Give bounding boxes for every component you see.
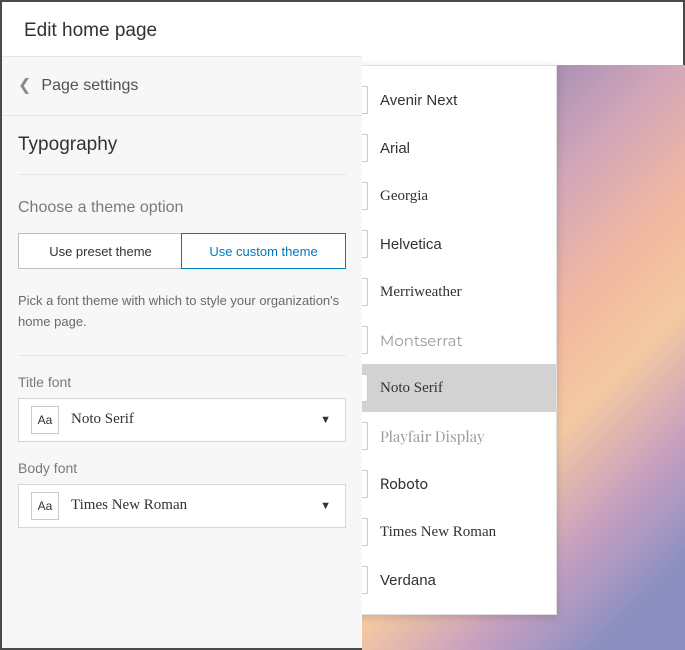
- font-option-label: Roboto: [380, 475, 428, 493]
- page-title: Edit home page: [2, 2, 683, 56]
- font-option-label: Playfair Display: [380, 426, 485, 446]
- title-font-select[interactable]: Aa Noto Serif ▼: [18, 398, 346, 442]
- tab-use-custom-theme[interactable]: Use custom theme: [181, 233, 346, 269]
- body-font-select[interactable]: Aa Times New Roman ▼: [18, 484, 346, 528]
- font-option-label: Georgia: [380, 188, 428, 205]
- font-option-label: Arial: [380, 140, 410, 157]
- chevron-left-icon: ❮: [18, 78, 31, 94]
- font-option-label: Merriweather: [380, 284, 462, 301]
- caret-down-icon: ▼: [320, 414, 331, 426]
- breadcrumb-label: Page settings: [41, 77, 138, 95]
- body-font-label: Body font: [18, 442, 346, 484]
- title-font-label: Title font: [18, 356, 346, 398]
- font-option-label: Noto Serif: [380, 380, 443, 397]
- caret-down-icon: ▼: [320, 500, 331, 512]
- choose-theme-label: Choose a theme option: [18, 175, 346, 233]
- font-option-label: Helvetica: [380, 236, 442, 253]
- font-option-label: Verdana: [380, 572, 436, 589]
- aa-icon: Aa: [31, 492, 59, 520]
- tab-use-preset-theme[interactable]: Use preset theme: [19, 234, 182, 268]
- font-option-label: Montserrat: [380, 331, 463, 350]
- font-option-label: Avenir Next: [380, 92, 457, 109]
- breadcrumb-page-settings[interactable]: ❮ Page settings: [2, 56, 362, 116]
- font-option-label: Times New Roman: [380, 524, 496, 541]
- title-font-value: Noto Serif: [71, 411, 134, 428]
- typography-heading: Typography: [18, 116, 346, 175]
- aa-icon: Aa: [31, 406, 59, 434]
- body-font-value: Times New Roman: [71, 497, 187, 514]
- helper-text: Pick a font theme with which to style yo…: [18, 291, 346, 356]
- theme-tabs: Use preset theme Use custom theme: [18, 233, 346, 269]
